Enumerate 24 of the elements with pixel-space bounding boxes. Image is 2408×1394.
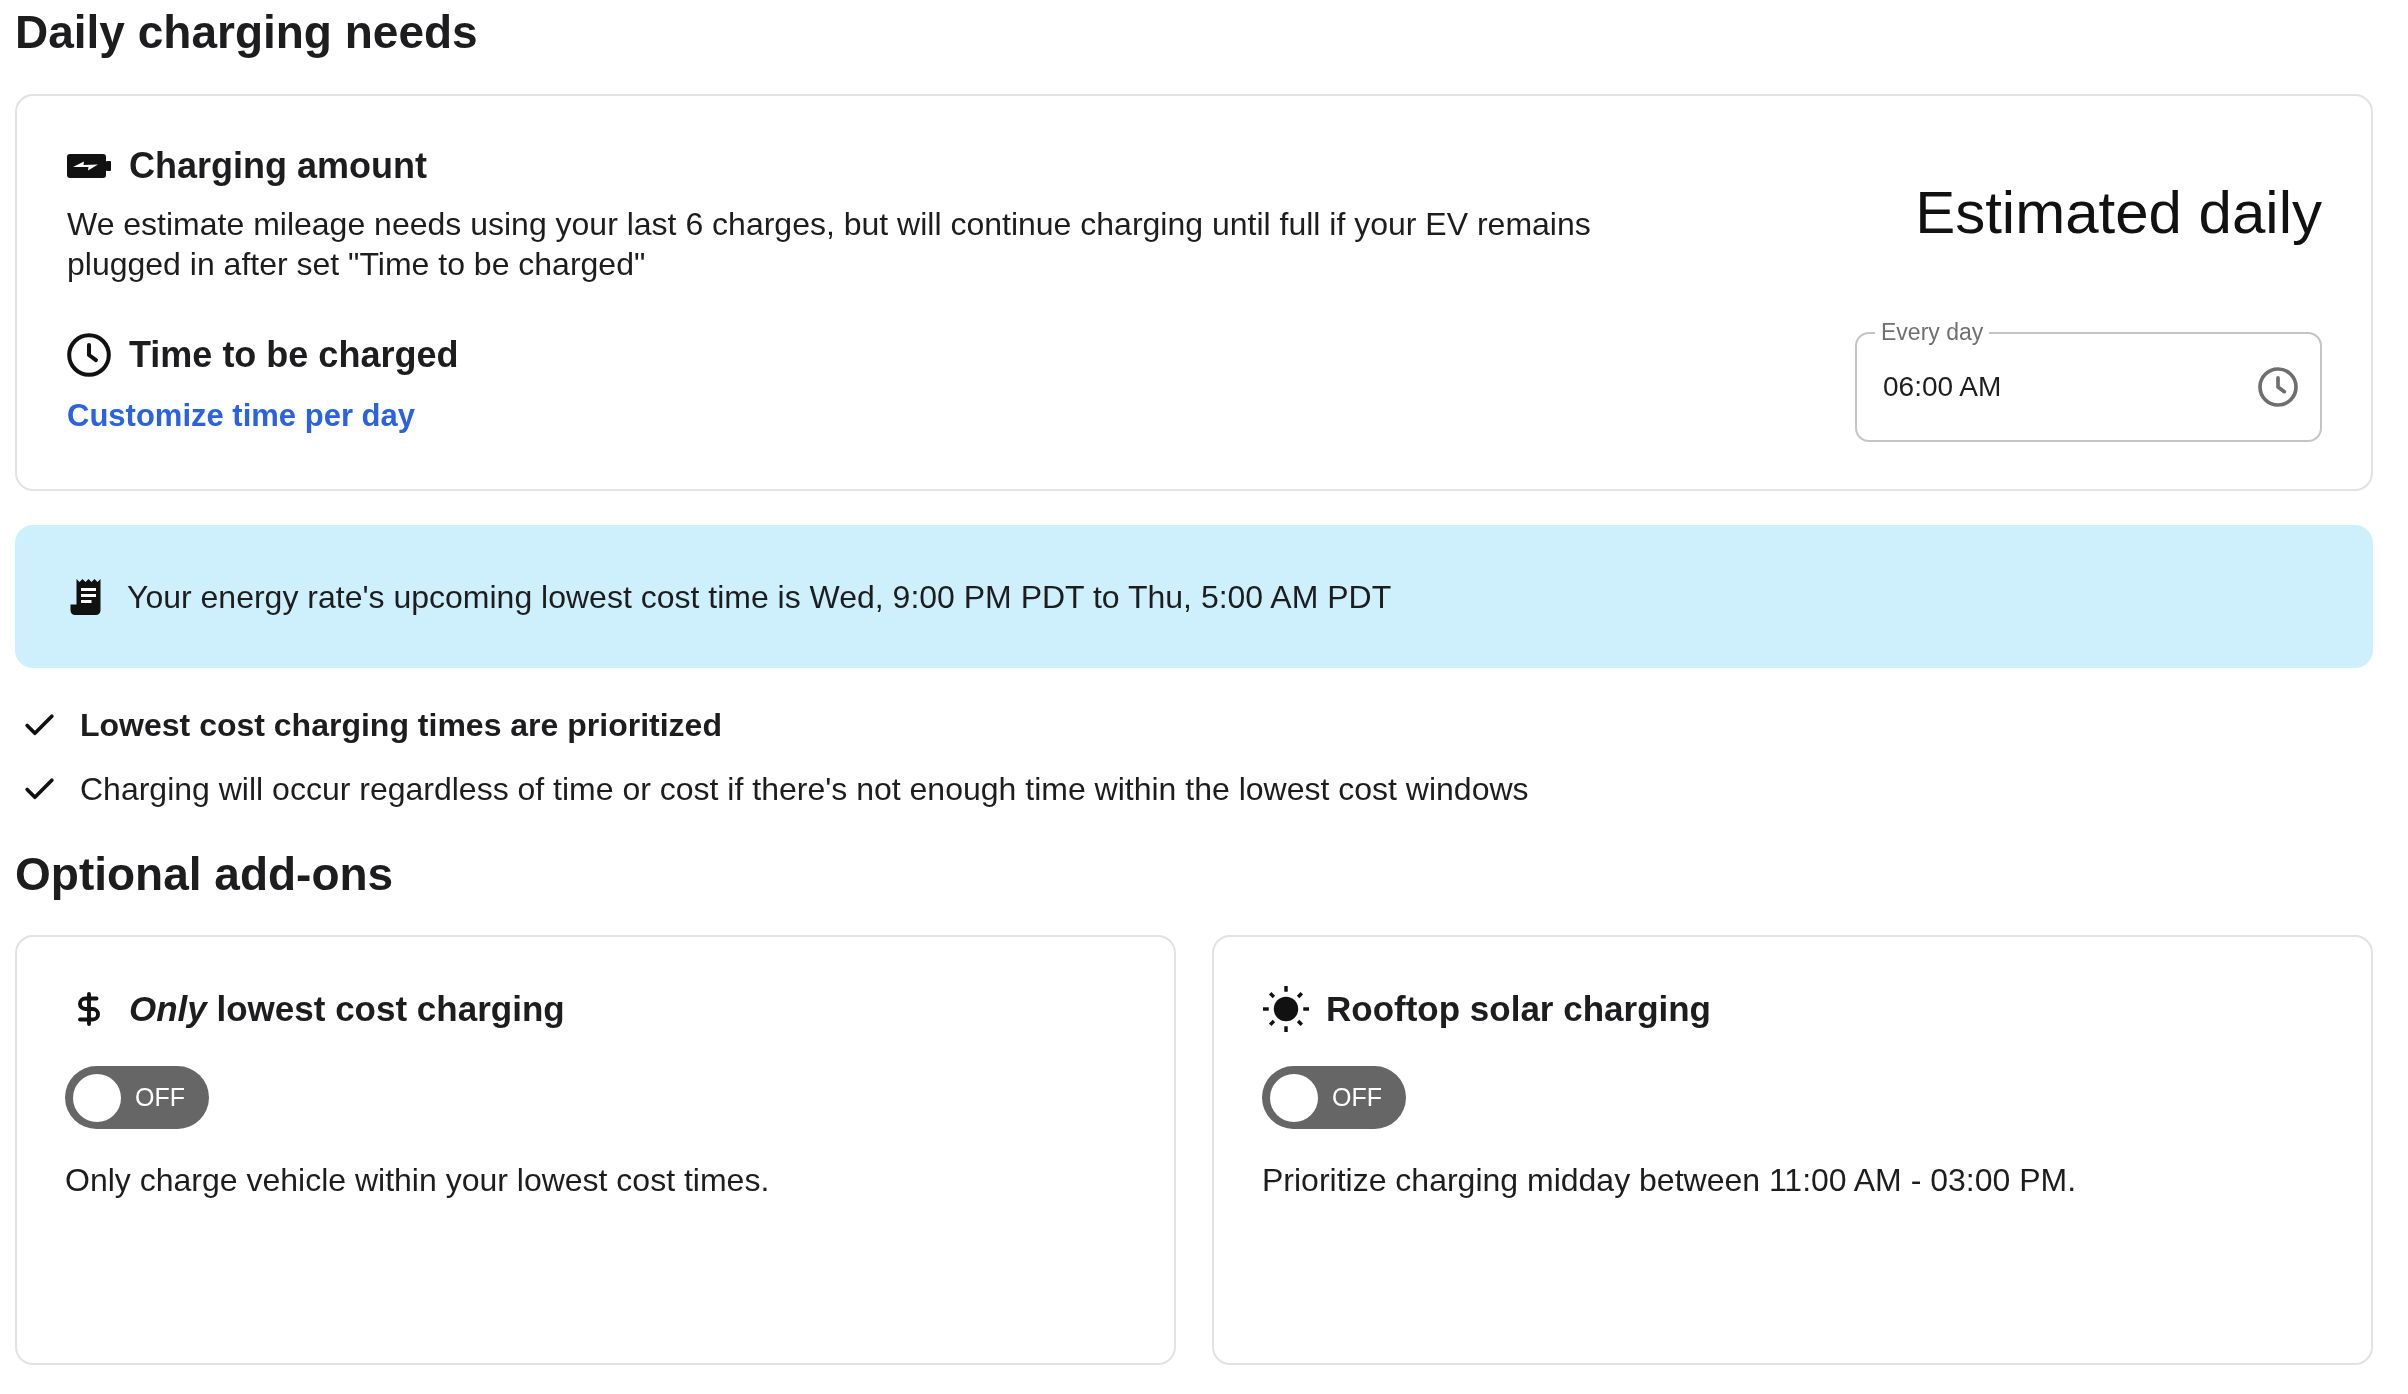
customize-link[interactable]: Customize time per day <box>67 396 415 436</box>
addon-description: Prioritize charging midday between 11:00 AM - 03:00 PM. <box>1262 1161 2077 1200</box>
addon-description: Only charge vehicle within your lowest cost times. <box>65 1161 770 1200</box>
description-text: We estimate mileage needs using your last 6 charges, but will continue charging until full if your EV remains plugged in after set "Time to be charged" <box>67 205 1592 284</box>
addon-title: Only lowest cost charging <box>129 988 565 1030</box>
section-heading: Daily charging needs <box>15 5 478 60</box>
toggle-switch[interactable]: OFF <box>1262 1066 1406 1129</box>
note-text: Charging will occur regardless of time or cost if there's not enough time within the lowest cost windows <box>80 770 1529 809</box>
sun-icon <box>1263 986 1309 1032</box>
card-title: Time to be charged <box>129 333 459 377</box>
banner-text: Your energy rate's upcoming lowest cost time is Wed, 9:00 PM PDT to Thu, 5:00 AM PDT <box>127 577 1392 617</box>
field-label: Every day <box>1875 319 1990 345</box>
toggle-switch[interactable]: OFF <box>65 1066 209 1129</box>
clock-icon[interactable] <box>2258 367 2298 407</box>
clock-icon <box>67 333 111 377</box>
section-heading: Optional add-ons <box>15 847 394 902</box>
addon-title: Rooftop solar charging <box>1326 988 1711 1030</box>
estimate-title: Estimated daily <box>1915 179 2322 247</box>
note-text: Lowest cost charging times are prioritized <box>80 706 722 745</box>
toggle-knob[interactable] <box>1270 1073 1318 1122</box>
card-title: Charging amount <box>129 144 427 188</box>
toggle-knob[interactable] <box>73 1073 121 1122</box>
battery-bolt-icon <box>67 154 111 178</box>
time-value: 06:00 AM <box>1883 370 2002 404</box>
